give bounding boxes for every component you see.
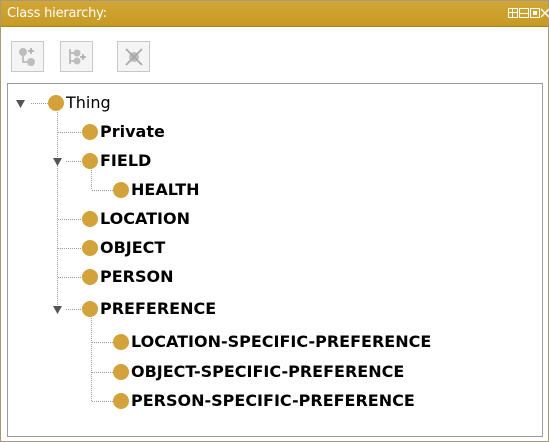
collapse-preference-icon[interactable] [53, 306, 62, 314]
minimize-view-icon[interactable] [519, 8, 529, 18]
class-ball-icon [82, 124, 98, 140]
maximize-view-icon[interactable] [530, 8, 540, 18]
tree-node-label: OBJECT [100, 238, 166, 257]
class-ball-icon [82, 211, 98, 227]
close-view-icon[interactable] [541, 8, 549, 18]
tree-node-label: Private [100, 122, 165, 141]
class-ball-icon [113, 393, 129, 409]
tree-node-label: HEALTH [131, 180, 200, 199]
tree-node-label: FIELD [100, 151, 152, 170]
tree-node-label: LOCATION [100, 209, 190, 228]
class-tree[interactable]: Thing Private FIELD HEALTH LOCATION OBJE… [7, 83, 543, 437]
add-subclass-icon [19, 48, 35, 66]
class-ball-icon [48, 95, 64, 111]
class-toolbar [1, 27, 548, 81]
tree-node-label: Thing [66, 93, 111, 112]
class-ball-icon [82, 153, 98, 169]
tree-node-label: PERSON [100, 267, 174, 286]
add-sibling-class-button[interactable] [60, 41, 93, 72]
panel-title-bar: Class hierarchy: [1, 1, 549, 27]
tree-node-label: PREFERENCE [100, 299, 217, 318]
class-ball-icon [113, 182, 129, 198]
collapse-thing-icon[interactable] [16, 100, 25, 108]
tree-node-label: OBJECT-SPECIFIC-PREFERENCE [131, 362, 405, 381]
panel-title: Class hierarchy: [7, 6, 107, 21]
pin-view-icon[interactable] [508, 8, 518, 18]
class-ball-icon [113, 364, 129, 380]
class-ball-icon [82, 269, 98, 285]
collapse-field-icon[interactable] [53, 158, 62, 166]
class-ball-icon [82, 301, 98, 317]
delete-class-icon [125, 48, 143, 66]
delete-class-button[interactable] [117, 41, 150, 72]
add-sibling-class-icon [69, 49, 86, 65]
class-hierarchy-panel: Class hierarchy: Thing Private FIELD HEA… [0, 0, 549, 442]
class-ball-icon [82, 240, 98, 256]
class-ball-icon [113, 334, 129, 350]
tree-node-label: LOCATION-SPECIFIC-PREFERENCE [131, 332, 432, 351]
add-subclass-button[interactable] [11, 41, 44, 72]
tree-node-label: PERSON-SPECIFIC-PREFERENCE [131, 391, 415, 410]
